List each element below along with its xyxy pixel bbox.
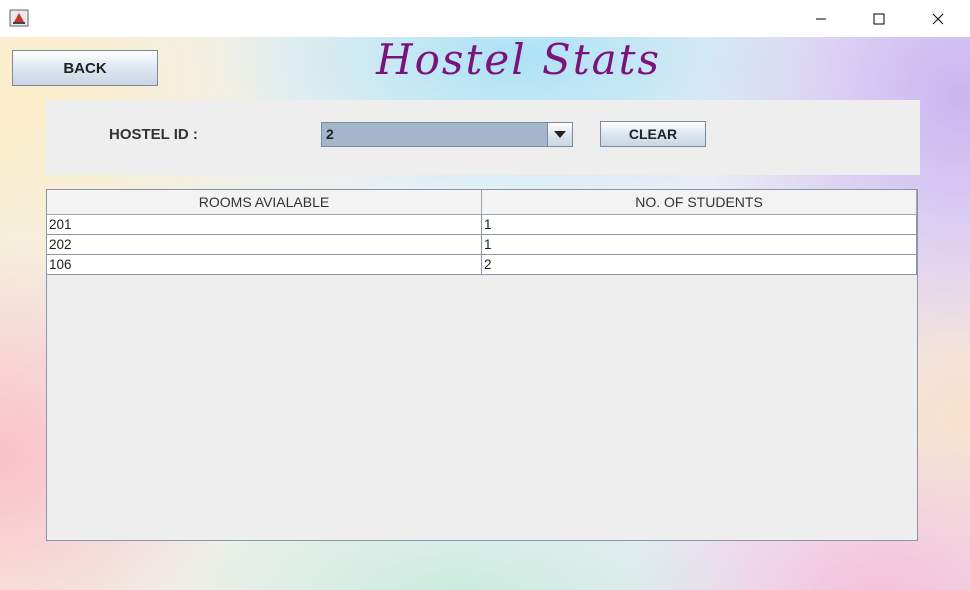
title-bar [0,0,970,37]
table-cell-room[interactable]: 201 [47,215,482,235]
maximize-icon [873,13,885,24]
table-row[interactable]: 106 2 [47,255,917,275]
hostel-id-dropdown[interactable]: 2 [321,122,573,147]
minimize-button[interactable] [792,0,850,37]
table-cell-room[interactable]: 106 [47,255,482,275]
page-title: Hostel Stats [376,35,662,84]
close-icon [932,13,944,24]
clear-button[interactable]: CLEAR [600,121,706,147]
maximize-button[interactable] [850,0,908,37]
minimize-icon [816,18,826,19]
chevron-down-icon [554,130,566,138]
filter-panel: HOSTEL ID : 2 CLEAR [46,100,920,175]
hostel-id-selected-value: 2 [326,126,334,142]
column-header-rooms[interactable]: ROOMS AVIALABLE [47,190,482,215]
table-cell-students[interactable]: 2 [482,255,917,275]
hostel-id-label: HOSTEL ID : [109,126,198,143]
table-cell-students[interactable]: 1 [482,235,917,255]
table-row[interactable]: 202 1 [47,235,917,255]
close-button[interactable] [909,0,967,37]
app-icon [9,9,29,27]
dropdown-arrow-button[interactable] [547,123,572,146]
main-content: BACK Hostel Stats HOSTEL ID : 2 CLEAR RO… [0,35,970,590]
rooms-table: ROOMS AVIALABLE NO. OF STUDENTS 201 1 20… [46,189,918,541]
column-header-students[interactable]: NO. OF STUDENTS [482,190,917,215]
back-button[interactable]: BACK [12,50,158,86]
table-body: 201 1 202 1 106 2 [47,215,917,275]
table-cell-room[interactable]: 202 [47,235,482,255]
table-cell-students[interactable]: 1 [482,215,917,235]
table-row[interactable]: 201 1 [47,215,917,235]
table-header: ROOMS AVIALABLE NO. OF STUDENTS [47,190,917,215]
